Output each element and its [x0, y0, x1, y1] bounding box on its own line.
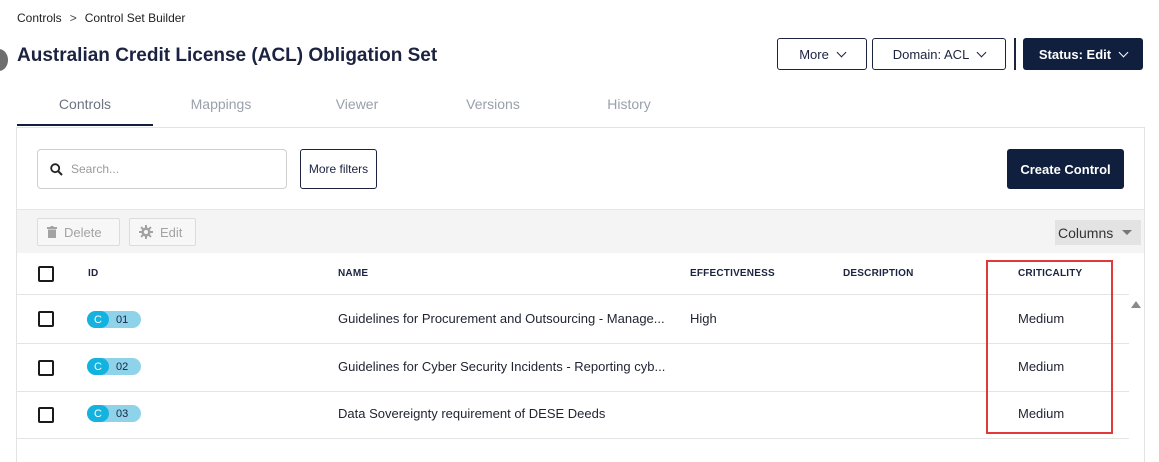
control-id: 03	[116, 407, 129, 420]
row-checkbox[interactable]	[38, 360, 54, 376]
control-id-badge: C 03	[87, 405, 141, 422]
side-handle[interactable]	[0, 49, 8, 71]
breadcrumb: Controls > Control Set Builder	[17, 11, 185, 25]
chevron-down-icon	[976, 47, 987, 57]
tab-controls[interactable]: Controls	[17, 82, 153, 126]
column-header-description[interactable]: DESCRIPTION	[843, 268, 914, 279]
domain-button[interactable]: Domain: ACL	[872, 38, 1006, 70]
domain-label: Domain: ACL	[892, 46, 970, 62]
more-button[interactable]: More	[777, 38, 867, 70]
columns-label: Columns	[1058, 224, 1114, 241]
breadcrumb-separator: >	[69, 11, 77, 25]
table-row[interactable]: C 03 Data Sovereignty requirement of DES…	[17, 392, 1129, 439]
control-name[interactable]: Guidelines for Cyber Security Incidents …	[338, 359, 665, 374]
control-type-badge: C	[87, 358, 109, 375]
create-control-button[interactable]: Create Control	[1007, 149, 1124, 189]
column-header-id[interactable]: ID	[88, 268, 98, 279]
control-name[interactable]: Guidelines for Procurement and Outsourci…	[338, 311, 665, 326]
breadcrumb-current: Control Set Builder	[84, 11, 186, 25]
control-type-badge: C	[87, 405, 109, 422]
more-label: More	[799, 46, 829, 62]
tab-mappings[interactable]: Mappings	[153, 82, 289, 126]
header-actions: More Domain: ACL Status: Edit	[777, 38, 1143, 70]
criticality-highlight-box	[986, 260, 1113, 434]
control-id-badge: C 01	[87, 311, 141, 328]
search-icon	[50, 162, 63, 176]
control-effectiveness: High	[690, 311, 717, 326]
divider	[1014, 38, 1016, 70]
control-type-badge: C	[87, 311, 109, 328]
chevron-down-icon	[1118, 47, 1129, 57]
edit-label: Edit	[160, 224, 183, 240]
control-id: 02	[116, 360, 129, 373]
delete-button[interactable]: Delete	[37, 218, 120, 246]
tab-versions[interactable]: Versions	[425, 82, 561, 126]
status-button[interactable]: Status: Edit	[1023, 38, 1143, 70]
table-header: ID NAME EFFECTIVENESS DESCRIPTION CRITIC…	[17, 253, 1129, 295]
trash-icon	[47, 226, 57, 238]
columns-dropdown[interactable]: Columns	[1055, 220, 1141, 245]
delete-label: Delete	[64, 224, 102, 240]
page-title: Australian Credit License (ACL) Obligati…	[17, 45, 438, 66]
table-row[interactable]: C 02 Guidelines for Cyber Security Incid…	[17, 344, 1129, 392]
status-label: Status: Edit	[1038, 46, 1112, 62]
more-filters-button[interactable]: More filters	[300, 149, 377, 189]
table-toolbar: Delete Edit Columns	[17, 209, 1144, 253]
tab-history[interactable]: History	[561, 82, 697, 126]
row-checkbox[interactable]	[38, 311, 54, 327]
caret-down-icon	[1122, 230, 1133, 235]
table-row[interactable]: C 01 Guidelines for Procurement and Outs…	[17, 295, 1129, 344]
column-header-name[interactable]: NAME	[338, 268, 368, 279]
control-id-badge: C 02	[87, 358, 141, 375]
select-all-checkbox[interactable]	[38, 266, 54, 282]
tab-bar: Controls Mappings Viewer Versions Histor…	[17, 82, 697, 126]
scroll-up-icon[interactable]	[1131, 301, 1141, 308]
chevron-down-icon	[836, 47, 847, 57]
control-name[interactable]: Data Sovereignty requirement of DESE Dee…	[338, 406, 605, 421]
edit-button[interactable]: Edit	[129, 218, 196, 246]
gear-icon	[139, 225, 153, 239]
breadcrumb-root[interactable]: Controls	[17, 11, 62, 25]
search-box[interactable]	[37, 149, 287, 189]
search-input[interactable]	[71, 162, 261, 176]
tab-viewer[interactable]: Viewer	[289, 82, 425, 126]
control-id: 01	[116, 313, 129, 326]
column-header-effectiveness[interactable]: EFFECTIVENESS	[690, 268, 775, 279]
row-checkbox[interactable]	[38, 407, 54, 423]
